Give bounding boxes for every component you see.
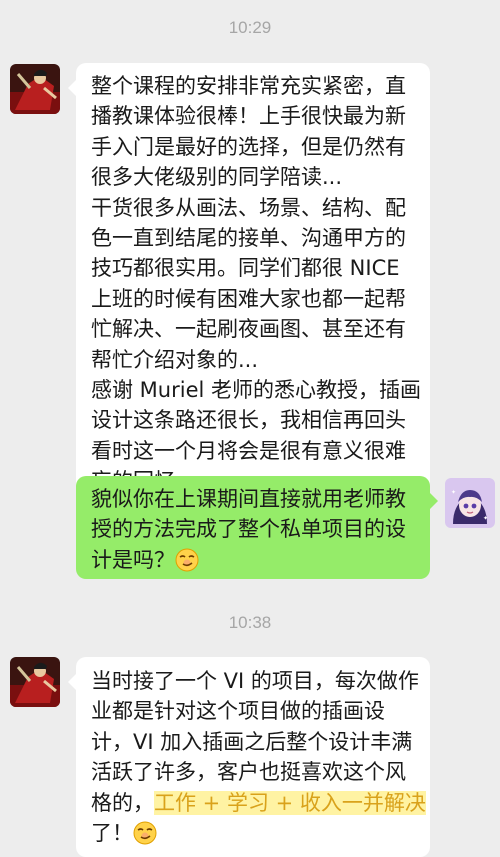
- message-bubble-contact[interactable]: 整个课程的安排非常充实紧密，直 播教课体验很棒！上手很快最为新 手入门是最好的选…: [68, 63, 430, 505]
- message-line: 很多大佬级别的同学陪读...: [91, 165, 343, 190]
- smirk-emoji-icon: [133, 821, 157, 845]
- message-line: 技巧都很实用。同学们都很 NICE: [91, 256, 400, 281]
- message-line: 了！: [91, 818, 420, 848]
- message-line: 格的，工作 + 学习 + 收入一并解决: [91, 788, 426, 818]
- my-avatar[interactable]: ✦ ✦: [445, 478, 495, 528]
- svg-text:✦: ✦: [451, 489, 456, 496]
- svg-text:✦: ✦: [483, 515, 488, 522]
- message-line: 整个课程的安排非常充实紧密，直: [91, 74, 406, 98]
- message-line: 色一直到结尾的接单、沟通甲方的: [91, 225, 406, 250]
- message-line: 设计这条路还很长，我相信再回头: [91, 408, 406, 433]
- message-line: 看时这一个月将会是很有意义很难: [91, 438, 406, 463]
- message-line: 帮忙介绍对象的...: [91, 347, 259, 372]
- timestamp: 10:29: [228, 18, 272, 37]
- message-text: 了！: [91, 820, 133, 845]
- message-line: 业都是针对这个项目做的插画设: [91, 699, 385, 724]
- message-line: 貌似你在上课期间直接就用老师教: [91, 487, 406, 511]
- message-line: 干货很多从画法、场景、结构、配: [91, 195, 406, 220]
- message-line: 活跃了许多，客户也挺喜欢这个风: [91, 760, 406, 785]
- message-line: 计是吗？: [91, 545, 420, 575]
- smirk-emoji-icon: [175, 548, 199, 572]
- contact-avatar[interactable]: [10, 657, 60, 707]
- message-line: 计，VI 加入插画之后整个设计丰满: [91, 729, 413, 754]
- message-line: 当时接了一个 VI 的项目，每次做作: [91, 669, 419, 693]
- highlighted-text: 工作 + 学习 + 收入一并解决: [154, 790, 426, 815]
- message-line: 感谢 Muriel 老师的悉心教授，插画: [91, 377, 422, 402]
- message-text: 计是吗？: [91, 547, 175, 572]
- message-line: 手入门是最好的选择，但是仍然有: [91, 134, 406, 159]
- message-bubble-contact[interactable]: 当时接了一个 VI 的项目，每次做作 业都是针对这个项目做的插画设 计，VI 加…: [68, 657, 430, 857]
- message-bubble-me[interactable]: 貌似你在上课期间直接就用老师教 授的方法完成了整个私单项目的设 计是吗？: [76, 476, 438, 579]
- contact-avatar[interactable]: [10, 64, 60, 114]
- message-line: 授的方法完成了整个私单项目的设: [91, 517, 406, 542]
- message-text: 格的，: [91, 790, 154, 815]
- message-line: 播教课体验很棒！上手很快最为新: [91, 104, 406, 129]
- timestamp: 10:38: [228, 613, 272, 632]
- message-line: 忙解决、一起刷夜画图、甚至还有: [91, 317, 406, 342]
- message-line: 上班的时候有困难大家也都一起帮: [91, 286, 406, 311]
